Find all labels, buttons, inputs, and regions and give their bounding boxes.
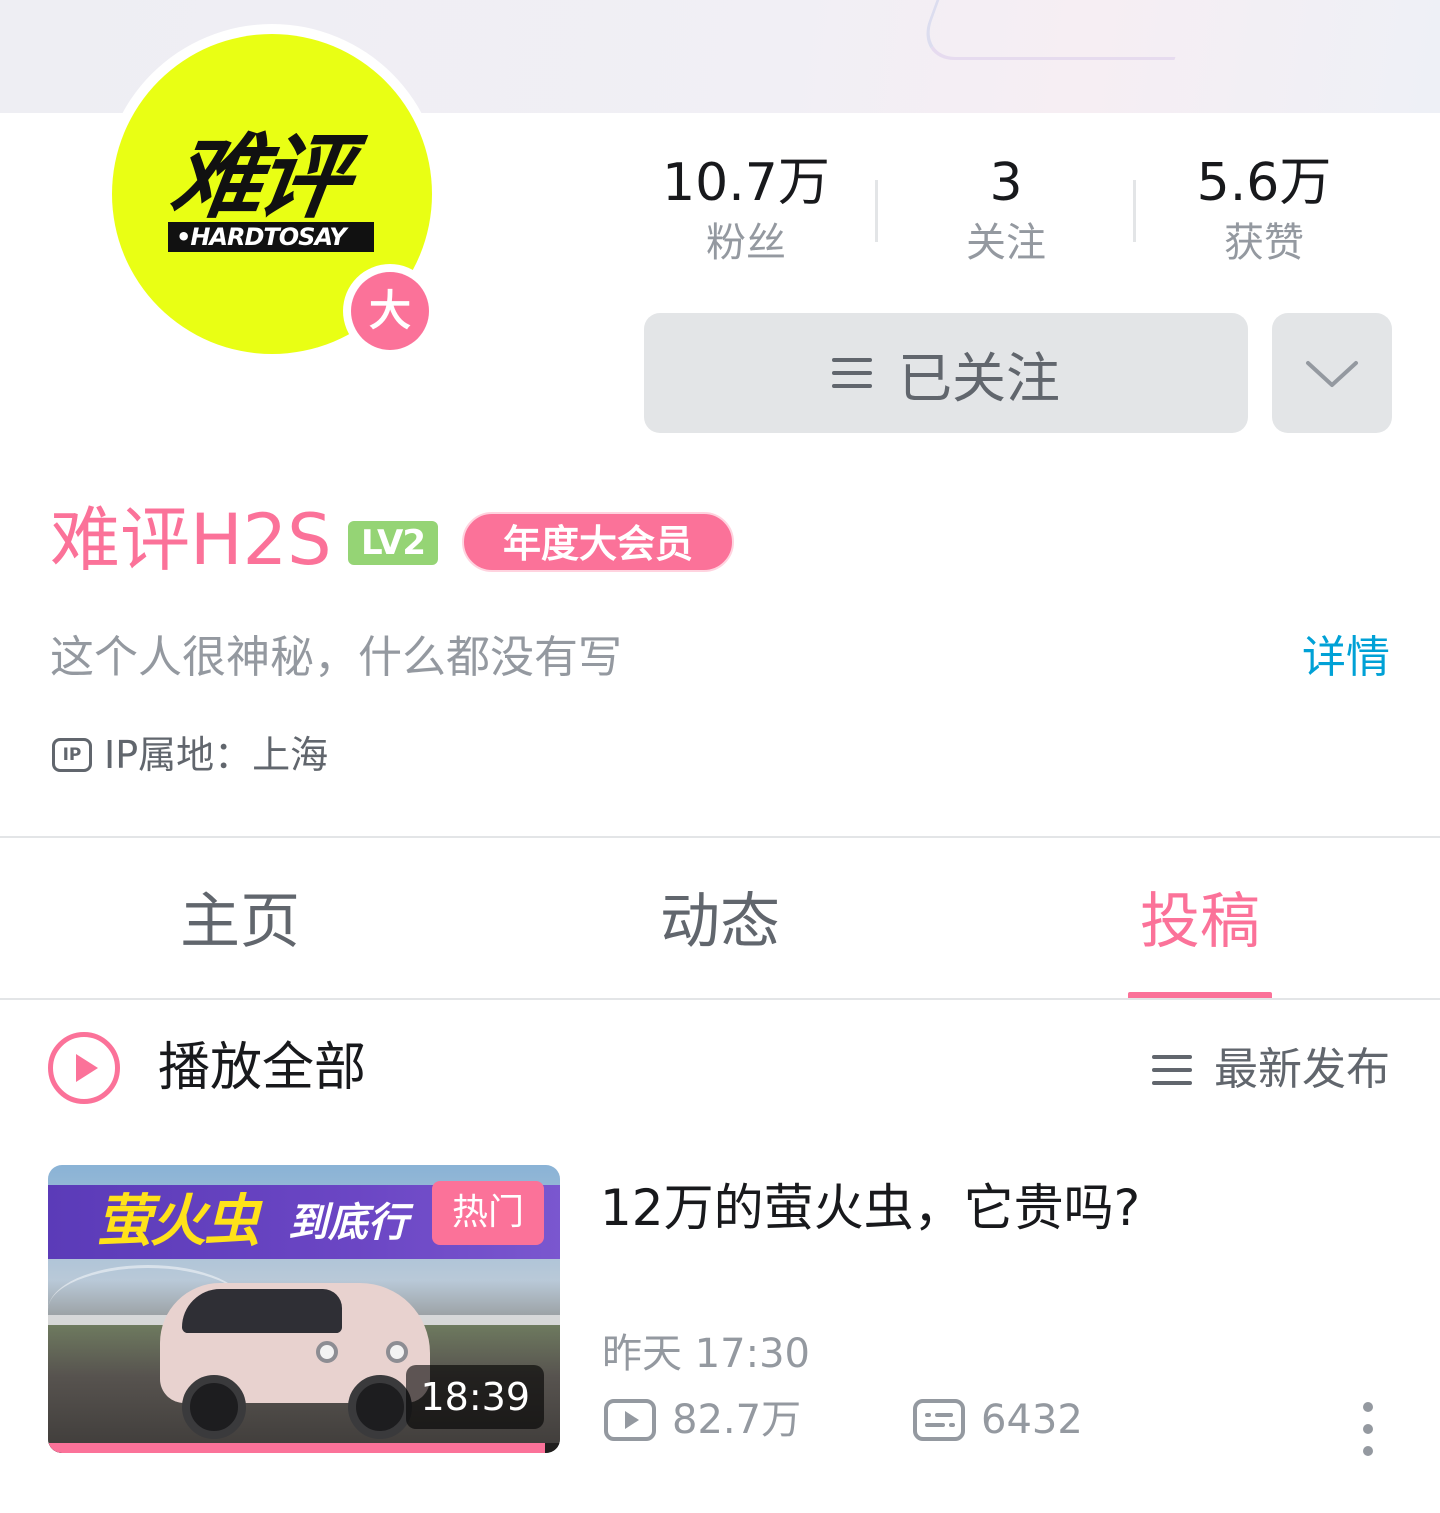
divider [0,998,1440,1000]
stat-following-label: 关注 [966,220,1046,266]
video-danmaku: 6432 [913,1394,1083,1446]
ip-location: IP IP属地：上海 [52,730,328,780]
hot-badge: 热门 [432,1181,544,1245]
sort-button[interactable]: 最新发布 [1152,1042,1390,1098]
followed-button-label: 已关注 [898,346,1060,410]
stat-following[interactable]: 3 关注 [876,150,1136,270]
stat-following-value: 3 [989,153,1023,213]
bio-text: 这个人很神秘，什么都没有写 [50,632,622,683]
thumbnail-title-sub: 到底行 [288,1200,408,1246]
stat-fans-label: 粉丝 [706,220,786,266]
username: 难评H2S [50,499,332,581]
play-all-button[interactable]: 播放全部 [48,1032,366,1104]
play-all-label: 播放全部 [158,1038,367,1098]
level-badge: LV2 [348,521,438,565]
ip-icon: IP [52,738,92,772]
divider [0,836,1440,838]
video-publish-time: 昨天 17:30 [602,1331,810,1377]
video-danmaku-value: 6432 [981,1397,1083,1443]
detail-link[interactable]: 详情 [1302,630,1390,686]
video-thumbnail[interactable]: 萤火虫 到底行 热门 18:39 [48,1165,560,1453]
more-vertical-icon[interactable] [1360,1402,1376,1456]
video-title[interactable]: 12万的萤火虫，它贵吗? [600,1176,1140,1240]
more-options-button[interactable] [1272,313,1392,433]
video-views: 82.7万 [604,1394,801,1446]
sort-label: 最新发布 [1214,1044,1390,1095]
avatar-logo-cn: 难评 [164,124,352,231]
tab-uploads[interactable]: 投稿 [1080,884,1320,960]
watch-progress-bar [48,1443,545,1453]
play-circle-icon [48,1032,120,1104]
followed-button[interactable]: 已关注 [644,313,1248,433]
vip-badge[interactable]: 年度大会员 [462,512,734,572]
car-image [160,1247,430,1439]
big-member-badge-label: 大 [351,272,429,350]
video-views-value: 82.7万 [672,1397,802,1443]
avatar-logo-en: •HARDTOSAY [168,222,374,252]
stat-likes[interactable]: 5.6万 获赞 [1134,150,1394,270]
danmaku-icon [913,1399,965,1441]
video-duration: 18:39 [406,1365,544,1429]
menu-icon [832,358,872,388]
stat-fans-value: 10.7万 [662,153,830,213]
tab-dynamics[interactable]: 动态 [600,884,840,960]
sort-icon [1152,1055,1192,1085]
banner-decoration [914,0,1226,60]
ip-location-text: IP属地：上海 [104,733,329,777]
play-count-icon [604,1399,656,1441]
stat-likes-value: 5.6万 [1196,153,1332,213]
stat-fans[interactable]: 10.7万 粉丝 [616,150,876,270]
stat-likes-label: 获赞 [1224,220,1304,266]
chevron-down-icon [1306,361,1358,387]
tab-home[interactable]: 主页 [120,884,360,960]
big-member-badge: 大 [343,264,437,358]
